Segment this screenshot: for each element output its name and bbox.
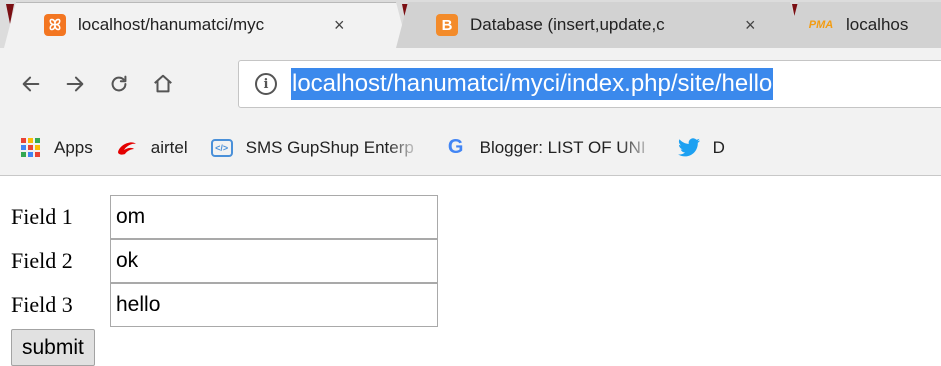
reload-button[interactable] bbox=[100, 65, 138, 103]
bookmark-label: airtel bbox=[150, 137, 188, 157]
bookmark-airtel[interactable]: airtel bbox=[115, 136, 188, 160]
tab-strip: ꕤ localhost/hanumatci/myc × B Database (… bbox=[0, 0, 941, 48]
forward-arrow-icon bbox=[66, 76, 84, 92]
form-row-field-3: Field 3 bbox=[11, 283, 438, 327]
field-1-input[interactable] bbox=[110, 195, 438, 239]
info-icon[interactable]: i bbox=[255, 73, 277, 95]
tab-title: Database (insert,update,c bbox=[470, 15, 665, 34]
bookmark-label: D bbox=[712, 137, 725, 157]
bookmark-apps[interactable]: Apps bbox=[18, 136, 93, 160]
home-button[interactable] bbox=[144, 65, 182, 103]
forward-button[interactable] bbox=[56, 65, 94, 103]
twitter-icon bbox=[677, 136, 701, 160]
bookmark-twitter[interactable]: D bbox=[677, 136, 725, 160]
tab-title: localhost/hanumatci/myc bbox=[78, 15, 265, 34]
bookmark-label: Apps bbox=[54, 137, 93, 157]
home-icon bbox=[154, 74, 172, 93]
field-2-input[interactable] bbox=[110, 239, 438, 283]
bookmarks-bar: Apps airtel </> SMS GupShup Enterp G Blo… bbox=[0, 120, 941, 176]
form-row-field-2: Field 2 bbox=[11, 239, 438, 283]
tab-phpmyadmin[interactable]: PMA localhos bbox=[786, 2, 941, 48]
close-icon[interactable]: × bbox=[334, 15, 345, 36]
field-1-label: Field 1 bbox=[11, 204, 73, 229]
bookmark-blogger-list[interactable]: G Blogger: LIST OF UNI bbox=[444, 136, 655, 160]
form-row-field-1: Field 1 bbox=[11, 195, 438, 239]
xampp-icon: ꕤ bbox=[44, 14, 66, 36]
airtel-icon bbox=[115, 136, 139, 160]
tab-title: localhos bbox=[846, 15, 909, 34]
bookmark-label: Blogger: LIST OF UNI bbox=[479, 137, 646, 157]
apps-icon bbox=[18, 136, 42, 160]
page-content: Field 1 Field 2 Field 3 submit bbox=[11, 195, 438, 366]
url-text[interactable]: localhost/hanumatci/myci/index.php/site/… bbox=[291, 68, 774, 100]
phpmyadmin-icon: PMA bbox=[808, 19, 834, 31]
field-2-label: Field 2 bbox=[11, 248, 73, 273]
field-3-label: Field 3 bbox=[11, 292, 73, 317]
blogger-icon: B bbox=[436, 14, 458, 36]
gupshup-icon: </> bbox=[210, 136, 234, 160]
bookmark-label: SMS GupShup Enterp bbox=[245, 137, 414, 157]
browser-toolbar: i localhost/hanumatci/myci/index.php/sit… bbox=[0, 48, 941, 120]
bookmark-gupshup[interactable]: </> SMS GupShup Enterp bbox=[210, 136, 422, 160]
back-arrow-icon bbox=[22, 76, 40, 92]
submit-button[interactable]: submit bbox=[11, 329, 95, 366]
close-icon[interactable]: × bbox=[745, 15, 756, 36]
back-button[interactable] bbox=[12, 65, 50, 103]
reload-icon bbox=[111, 75, 127, 92]
address-bar[interactable]: i localhost/hanumatci/myci/index.php/sit… bbox=[238, 60, 941, 108]
tab-localhost-myci[interactable]: ꕤ localhost/hanumatci/myc × bbox=[4, 2, 408, 48]
google-icon: G bbox=[447, 136, 464, 158]
tab-database[interactable]: B Database (insert,update,c × bbox=[396, 2, 802, 48]
field-3-input[interactable] bbox=[110, 283, 438, 327]
